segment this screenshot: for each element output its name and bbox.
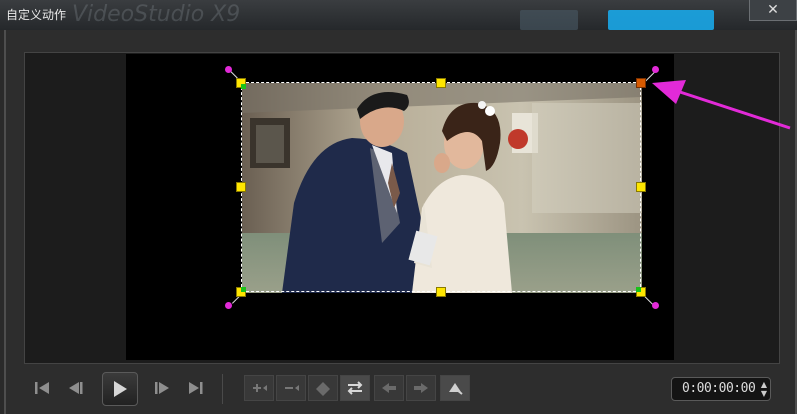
goto-keyframe-icon — [449, 383, 463, 395]
prev-frame-icon — [69, 382, 83, 394]
home-button[interactable] — [30, 372, 54, 404]
remove-keyframe-button[interactable] — [276, 375, 306, 401]
remove-keyframe-icon — [285, 385, 299, 391]
toolbar-separator — [222, 374, 223, 404]
add-keyframe-icon — [253, 384, 267, 392]
reverse-button[interactable] — [308, 375, 338, 401]
end-button[interactable] — [184, 372, 208, 404]
next-frame-button[interactable] — [150, 372, 174, 404]
swap-keyframe-button[interactable] — [340, 375, 370, 401]
home-icon — [35, 382, 49, 394]
timecode-value[interactable]: 0:00:00:00 — [682, 381, 756, 396]
timecode-field[interactable]: 0:00:00:00 ▲ ▼ — [671, 377, 771, 401]
spin-down-icon[interactable]: ▼ — [759, 389, 769, 398]
move-left-button[interactable] — [374, 375, 404, 401]
spin-up-icon[interactable]: ▲ — [759, 380, 769, 389]
previous-frame-button[interactable] — [64, 372, 88, 404]
move-left-icon — [382, 383, 396, 393]
end-icon — [189, 382, 203, 394]
add-keyframe-button[interactable] — [244, 375, 274, 401]
next-frame-icon — [155, 382, 169, 394]
timecode-spinner[interactable]: ▲ ▼ — [759, 380, 769, 398]
play-button[interactable] — [102, 372, 138, 406]
goto-keyframe-button[interactable] — [440, 375, 470, 401]
move-right-icon — [414, 383, 428, 393]
swap-keyframe-icon — [347, 381, 363, 395]
play-icon — [114, 381, 127, 397]
reverse-icon — [316, 382, 330, 396]
move-right-button[interactable] — [406, 375, 436, 401]
annotation-arrow — [652, 80, 791, 130]
